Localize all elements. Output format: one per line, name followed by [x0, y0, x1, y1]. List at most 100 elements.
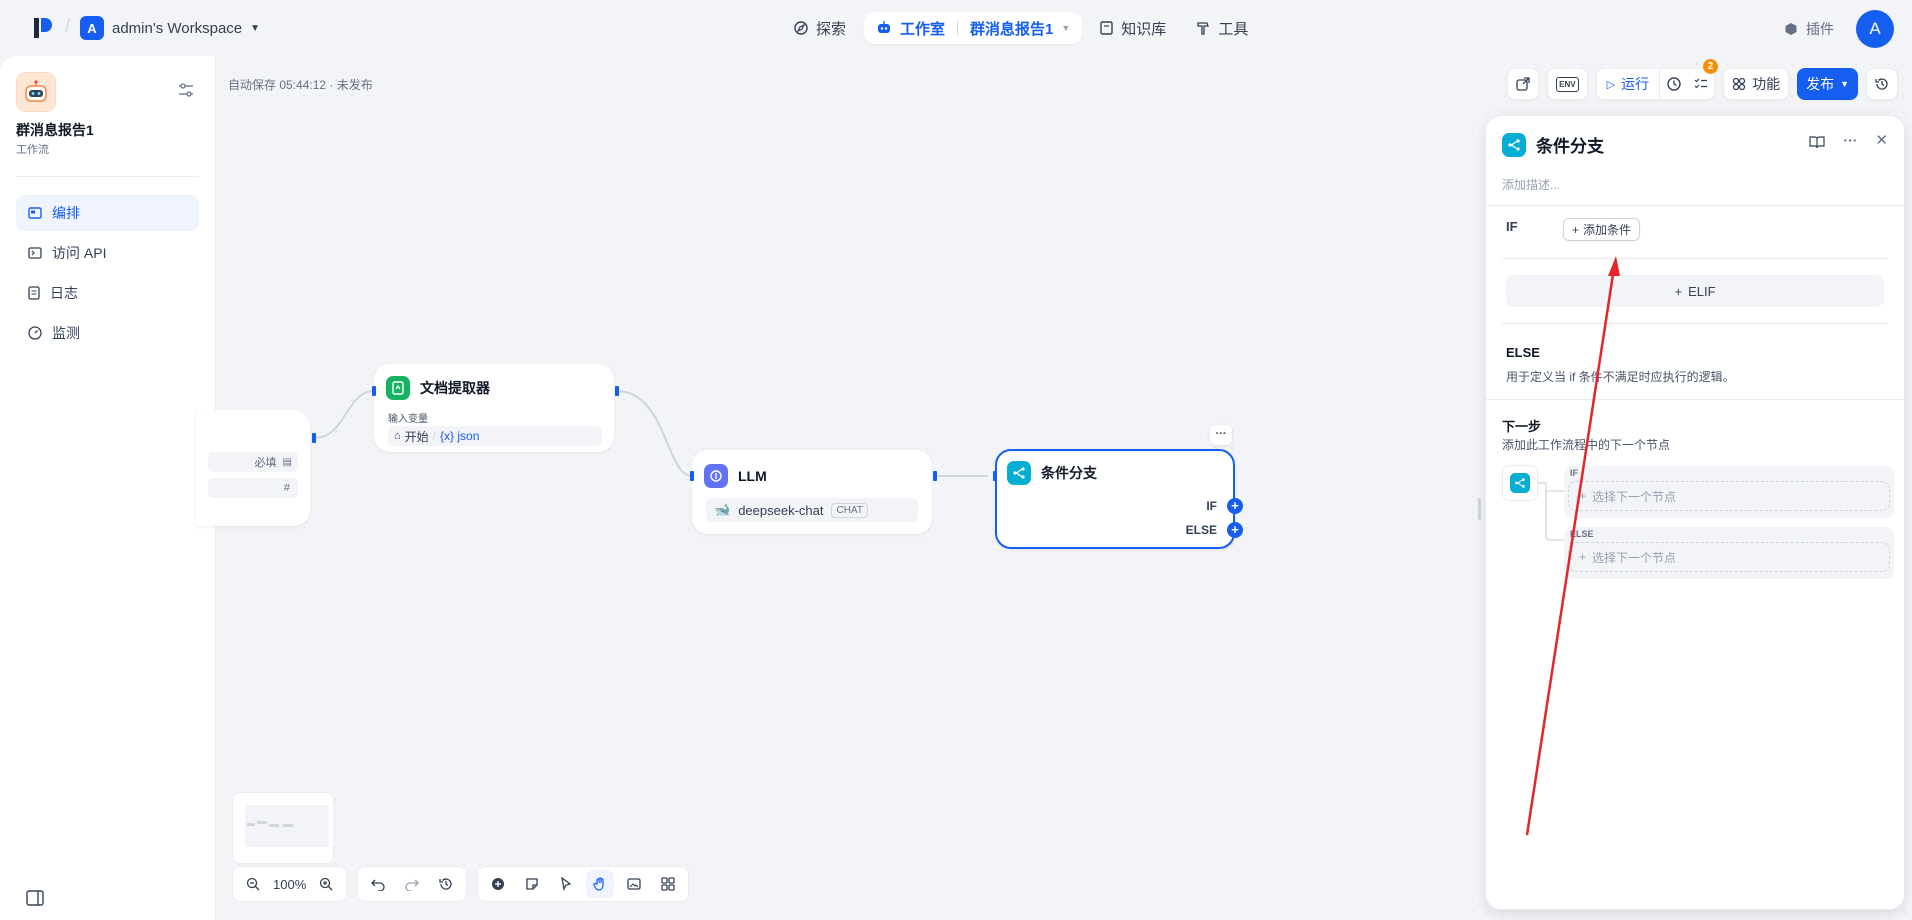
deepseek-whale-icon: 🐋 [714, 502, 731, 517]
plus-icon: + [1579, 489, 1587, 503]
source-node-label: 开始 [404, 429, 429, 444]
more-icon[interactable]: ··· [1843, 133, 1857, 149]
if-section-label: IF [1506, 219, 1518, 234]
if-else-title: 条件分支 [1041, 465, 1097, 481]
user-avatar[interactable]: A [1856, 10, 1894, 48]
description-input[interactable]: 添加描述... [1502, 176, 1560, 193]
clock-refresh-icon [1667, 77, 1681, 91]
undo-icon[interactable] [364, 870, 392, 898]
select-next-label: 选择下一个节点 [1592, 550, 1677, 565]
zoom-level[interactable]: 100% [273, 877, 306, 892]
current-app-selector[interactable]: 群消息报告1 [970, 18, 1053, 39]
pointer-icon[interactable] [552, 870, 580, 898]
orchestrate-icon [28, 207, 42, 219]
llm-node[interactable]: LLM 🐋 deepseek-chat CHAT [692, 450, 932, 534]
top-bar: / A admin's Workspace ▼ 探索 工作室 群消息报告1 ▼ … [0, 0, 1912, 56]
run-history-button[interactable] [1659, 69, 1688, 99]
run-label: 运行 [1621, 76, 1650, 92]
branch-else-label: ELSE [1570, 529, 1594, 539]
cube-icon [1785, 23, 1797, 35]
publish-button[interactable]: 发布 ▼ [1797, 68, 1858, 100]
add-node-icon[interactable] [484, 870, 512, 898]
minimap-node [269, 824, 279, 827]
history-icon[interactable] [432, 870, 460, 898]
zoom-out-icon[interactable] [239, 870, 267, 898]
sidebar-collapse-icon[interactable] [26, 890, 44, 906]
add-note-icon[interactable] [518, 870, 546, 898]
sidebar-item-api[interactable]: 访问 API [16, 235, 199, 271]
features-button[interactable]: 功能 [1723, 68, 1790, 100]
else-description: 用于定义当 if 条件不满足时应执行的逻辑。 [1506, 370, 1735, 384]
redo-icon[interactable] [398, 870, 426, 898]
chevron-down-icon: ▼ [1840, 79, 1849, 89]
if-branch-target: IF + 选择下一个节点 [1564, 466, 1894, 518]
env-button[interactable]: ENV [1547, 68, 1588, 100]
if-else-icon [1510, 473, 1530, 493]
nav-tools[interactable]: 工具 [1184, 12, 1260, 44]
doc-output-handle[interactable] [615, 386, 619, 396]
llm-icon [704, 464, 728, 488]
if-else-input-handle[interactable] [993, 471, 997, 481]
nav-knowledge-label: 知识库 [1121, 20, 1167, 38]
organize-layout-icon[interactable] [654, 870, 682, 898]
doc-input-handle[interactable] [372, 386, 376, 396]
settings-sliders-icon[interactable] [178, 82, 194, 98]
add-elif-button[interactable]: + ELIF [1506, 275, 1884, 307]
select-next-node-button[interactable]: + 选择下一个节点 [1568, 542, 1890, 572]
if-else-node[interactable]: 条件分支 IF ELSE [995, 449, 1235, 549]
panel-title[interactable]: 条件分支 [1536, 132, 1604, 157]
llm-input-handle[interactable] [690, 471, 694, 481]
view-history-button[interactable] [1507, 68, 1540, 100]
sidebar-item-monitor[interactable]: 监测 [16, 315, 199, 351]
node-more-button[interactable]: ··· [1210, 425, 1232, 445]
version-history-button[interactable] [1866, 68, 1898, 100]
terminal-icon [28, 247, 42, 259]
doc-extractor-node[interactable]: 文档提取器 输入变量 ⌂ 开始 / {x} json [374, 364, 614, 452]
canvas-controls: 100% [232, 866, 690, 902]
hand-icon[interactable] [586, 870, 615, 898]
nav-studio[interactable]: 工作室 群消息报告1 ▼ [864, 12, 1083, 44]
dify-logo-icon[interactable] [34, 16, 52, 40]
section-divider [1502, 258, 1888, 259]
current-node-icon [1502, 465, 1538, 501]
workspace-switcher[interactable]: A admin's Workspace ▼ [80, 16, 260, 40]
close-icon[interactable]: ✕ [1875, 133, 1888, 149]
panel-resize-handle[interactable] [1478, 498, 1481, 520]
model-mode-badge: CHAT [831, 502, 868, 518]
export-image-icon[interactable] [620, 870, 648, 898]
run-button[interactable]: ▷ 运行 [1597, 69, 1659, 99]
variable-label: {x} json [440, 429, 480, 443]
add-condition-label: 添加条件 [1583, 223, 1632, 237]
model-chip: 🐋 deepseek-chat CHAT [706, 498, 918, 522]
else-add-next-button[interactable]: + [1227, 522, 1243, 538]
checklist-button[interactable]: 2 [1688, 59, 1719, 99]
add-condition-button[interactable]: + 添加条件 [1563, 218, 1641, 241]
plus-icon: + [1579, 550, 1587, 564]
plugins-link[interactable]: 插件 [1784, 19, 1834, 39]
elif-label: ELIF [1688, 283, 1716, 299]
play-icon: ▷ [1606, 78, 1616, 91]
start-output-handle[interactable] [312, 433, 316, 443]
main-nav: 探索 工作室 群消息报告1 ▼ 知识库 工具 [782, 12, 1260, 44]
nav-explore[interactable]: 探索 [782, 12, 858, 44]
sidebar-item-label: 访问 API [52, 245, 107, 261]
panel-divider [1486, 205, 1904, 206]
input-var-chip: ⌂ 开始 / {x} json [388, 426, 602, 446]
nav-knowledge[interactable]: 知识库 [1088, 12, 1178, 44]
zoom-in-icon[interactable] [312, 870, 340, 898]
sidebar-item-orchestrate[interactable]: 编排 [16, 195, 199, 231]
else-branch-target: ELSE + 选择下一个节点 [1564, 527, 1894, 579]
select-next-node-button[interactable]: + 选择下一个节点 [1568, 481, 1890, 511]
book-open-icon[interactable] [1809, 135, 1826, 149]
if-add-next-button[interactable]: + [1227, 498, 1243, 514]
sidebar-item-logs[interactable]: 日志 [16, 275, 199, 311]
llm-output-handle[interactable] [933, 471, 937, 481]
history-controls [357, 866, 468, 902]
minimap[interactable] [232, 792, 334, 864]
start-node[interactable]: 必填 ▤ # [196, 410, 310, 526]
checklist-icon [1694, 78, 1708, 89]
minimap-node [247, 823, 255, 826]
required-label: 必填 [254, 457, 277, 469]
required-field-row: 必填 ▤ [208, 452, 298, 472]
top-right-actions: 插件 A [1784, 10, 1894, 48]
